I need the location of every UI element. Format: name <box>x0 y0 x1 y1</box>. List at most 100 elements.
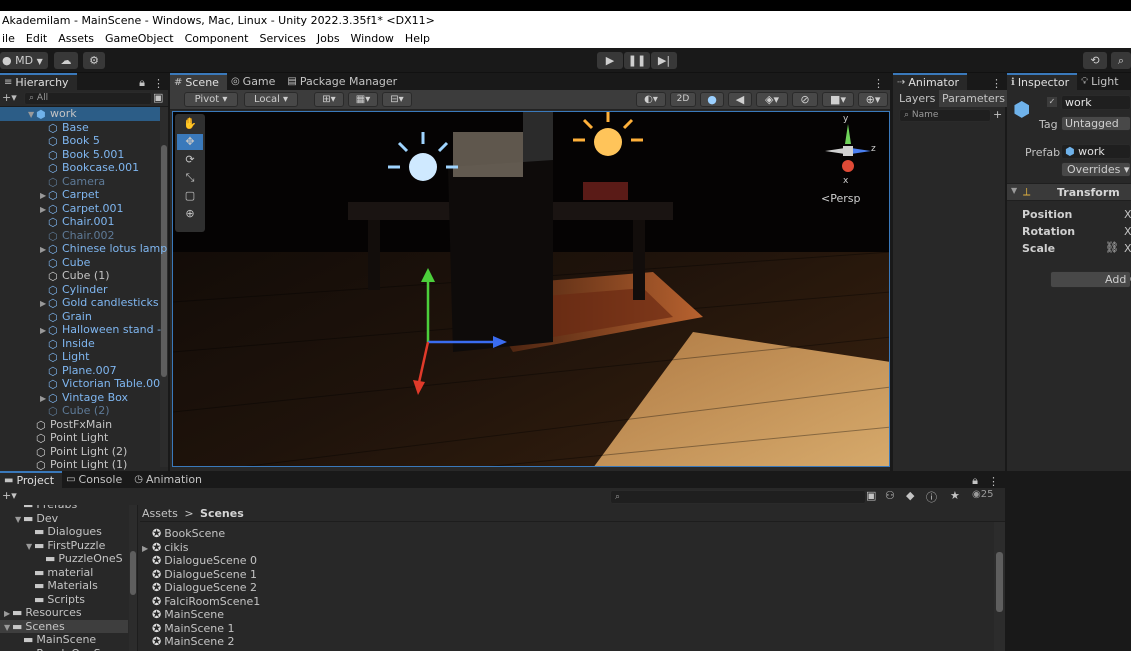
folder-tree-item[interactable]: ▬ PuzzleOneS <box>0 552 128 566</box>
add-component-button[interactable]: Add C <box>1050 271 1131 288</box>
grid-snap-dropdown[interactable]: ⊞▾ <box>314 92 344 107</box>
tab-package-manager[interactable]: ▤ Package Manager <box>283 73 405 90</box>
filter-icon[interactable]: ▣ <box>153 91 163 104</box>
tag-filter-icon[interactable]: ◆ <box>906 489 914 502</box>
tab-hierarchy[interactable]: ≡ Hierarchy <box>0 73 77 90</box>
audio-toggle[interactable]: ◀ <box>728 92 752 107</box>
scene-file-item[interactable]: ✪ DialogueScene 1 <box>140 568 540 582</box>
menu-component[interactable]: Component <box>183 30 255 48</box>
tab-lighting[interactable]: 💡︎ Light <box>1077 73 1126 90</box>
folder-tree-item[interactable]: ▬ material <box>0 566 128 580</box>
folder-tree-item[interactable]: ▬ Materials <box>0 579 128 593</box>
hierarchy-item[interactable]: ⬡ Book 5.001 <box>0 148 160 162</box>
hierarchy-item[interactable]: ▶ ⬡ Halloween stand - <box>0 323 161 337</box>
filter-type-icon[interactable]: ▣ <box>866 489 876 502</box>
filter-label-icon[interactable]: ⚇ <box>885 489 895 502</box>
hierarchy-item[interactable]: ⬡ PostFxMain <box>0 418 160 432</box>
breadcrumb-scenes[interactable]: Scenes <box>200 507 244 520</box>
folder-tree-item[interactable]: ▬ MainScene <box>0 633 128 647</box>
scale-tool[interactable]: ⤡ <box>177 170 203 186</box>
collab-button[interactable]: ⚙ <box>83 52 105 69</box>
hierarchy-item[interactable]: ▶ ⬡ Vintage Box <box>0 391 160 405</box>
scene-viewport[interactable]: ✋ ✥ ⟳ ⤡ ▢ ⊕ y z x <Persp <box>172 111 890 467</box>
more-icon[interactable]: ⋮ <box>149 77 168 90</box>
prefab-field[interactable]: ⬢ work <box>1061 144 1131 159</box>
scene-file-item[interactable]: ✪ DialogueScene 0 <box>140 554 540 568</box>
menu-assets[interactable]: Assets <box>56 30 100 48</box>
folder-tree-item[interactable]: ▼ ▬ FirstPuzzle <box>0 539 128 553</box>
draw-mode-dropdown[interactable]: ◐▾ <box>636 92 666 107</box>
scene-file-item[interactable]: ✪ MainScene 2 <box>140 635 540 649</box>
parameters-tab[interactable]: Parameters <box>939 90 1008 107</box>
hierarchy-item[interactable]: ⬡ Cube <box>0 256 160 270</box>
hierarchy-item[interactable]: ⬡ Grain <box>0 310 160 324</box>
scene-file-item[interactable]: ✪ MainScene 1 <box>140 622 540 636</box>
pause-button[interactable]: ❚❚ <box>624 52 650 69</box>
folder-tree-item[interactable]: ▼ ▬ Dev <box>0 512 128 526</box>
hierarchy-scroll-thumb[interactable] <box>161 145 167 377</box>
rect-tool[interactable]: ▢ <box>177 188 203 204</box>
hierarchy-item[interactable]: ⬡ Camera <box>0 175 160 189</box>
menu-window[interactable]: Window <box>349 30 400 48</box>
tab-inspector[interactable]: ℹ Inspector <box>1007 73 1078 90</box>
hierarchy-item[interactable]: ⬡ Point Light (1) <box>0 458 160 472</box>
hierarchy-item[interactable]: ⬡ Chair.001 <box>0 215 160 229</box>
layers-tab[interactable]: Layers <box>899 90 935 107</box>
hierarchy-scrollbar[interactable] <box>160 107 168 467</box>
lock-icon[interactable]: 🔒︎ <box>135 76 149 90</box>
create-dropdown[interactable]: +▾ <box>2 489 17 502</box>
hierarchy-item-root[interactable]: ▼ ⬢ work <box>0 107 160 121</box>
tab-project[interactable]: ▬ Project <box>0 471 63 488</box>
menu-jobs[interactable]: Jobs <box>315 30 346 48</box>
hidden-objects-toggle[interactable]: ⊘ <box>792 92 818 107</box>
scene-file-item[interactable]: ✪ BookScene <box>140 527 540 541</box>
scene-file-item[interactable]: ✪ MainScene <box>140 608 540 622</box>
pivot-dropdown[interactable]: Pivot ▾ <box>184 92 238 107</box>
add-dropdown[interactable]: +▾ <box>2 91 17 104</box>
hierarchy-item[interactable]: ⬡ Point Light (2) <box>0 445 160 459</box>
hierarchy-item[interactable]: ⬡ Victorian Table.00 <box>0 377 160 391</box>
step-button[interactable]: ▶| <box>651 52 677 69</box>
project-search-input[interactable]: ⌕ <box>610 490 866 504</box>
folder-tree-item[interactable]: ▬PuzzleOneScene <box>0 647 128 651</box>
folder-tree-item[interactable]: ▼ ▬ Scenes <box>0 619 128 633</box>
hierarchy-item[interactable]: ▶ ⬡ Carpet.001 <box>0 202 160 216</box>
folder-tree-item[interactable]: ▶ ▬ Resources <box>0 606 128 620</box>
cloud-button[interactable]: ☁ <box>54 52 78 69</box>
local-dropdown[interactable]: Local ▾ <box>244 92 298 107</box>
files-scroll-thumb[interactable] <box>996 552 1003 612</box>
star-icon[interactable]: ★ <box>950 489 960 502</box>
parameter-search-input[interactable]: ⌕ Name <box>899 109 991 122</box>
hierarchy-item[interactable]: ⬡ Cube (1) <box>0 269 160 283</box>
tree-scroll-thumb[interactable] <box>130 551 136 595</box>
hierarchy-item[interactable]: ⬡ Base <box>0 121 160 135</box>
hierarchy-item[interactable]: ⬡ Cube (2) <box>0 404 160 418</box>
more-icon[interactable]: ⋮ <box>982 475 1005 488</box>
menu-edit[interactable]: Edit <box>24 30 53 48</box>
snap-increment-dropdown[interactable]: ▦▾ <box>348 92 378 107</box>
folder-tree-item[interactable]: ▬ Scripts <box>0 593 128 607</box>
account-dropdown[interactable]: ● MD ▼ <box>0 52 48 69</box>
hierarchy-item[interactable]: ⬡ Book 5 <box>0 134 160 148</box>
scene-file-item[interactable]: ✪ FalciRoomScene1 <box>140 595 540 609</box>
hierarchy-search-input[interactable]: ⌕ All <box>24 92 152 105</box>
gizmos-dropdown[interactable]: ⊕▾ <box>858 92 888 107</box>
lighting-toggle[interactable]: ● <box>700 92 724 107</box>
more-icon[interactable]: ⋮ <box>988 77 1005 90</box>
history-button[interactable]: ⟲ <box>1083 52 1107 69</box>
mode-2d-toggle[interactable]: 2D <box>670 92 696 107</box>
play-button[interactable]: ▶ <box>597 52 623 69</box>
menu-gameobject[interactable]: GameObject <box>103 30 180 48</box>
menu-file[interactable]: ile <box>0 30 21 48</box>
tab-animation[interactable]: ◷ Animation <box>130 471 210 488</box>
add-parameter-button[interactable]: + <box>993 108 1002 121</box>
hierarchy-item[interactable]: ▶ ⬡ Chinese lotus lamp <box>0 242 167 256</box>
active-checkbox[interactable]: ✓ <box>1047 97 1057 107</box>
hierarchy-item[interactable]: ⬡ Cylinder <box>0 283 160 297</box>
orientation-gizmo[interactable]: y z x <Persp <box>813 114 883 206</box>
rotate-tool[interactable]: ⟳ <box>177 152 203 168</box>
overrides-dropdown[interactable]: Overrides ▾ <box>1061 162 1131 177</box>
more-icon[interactable]: ⋮ <box>867 77 890 90</box>
transform-header[interactable]: ▼ ⟂ Transform <box>1007 183 1131 201</box>
grid-visibility-dropdown[interactable]: ⊟▾ <box>382 92 412 107</box>
